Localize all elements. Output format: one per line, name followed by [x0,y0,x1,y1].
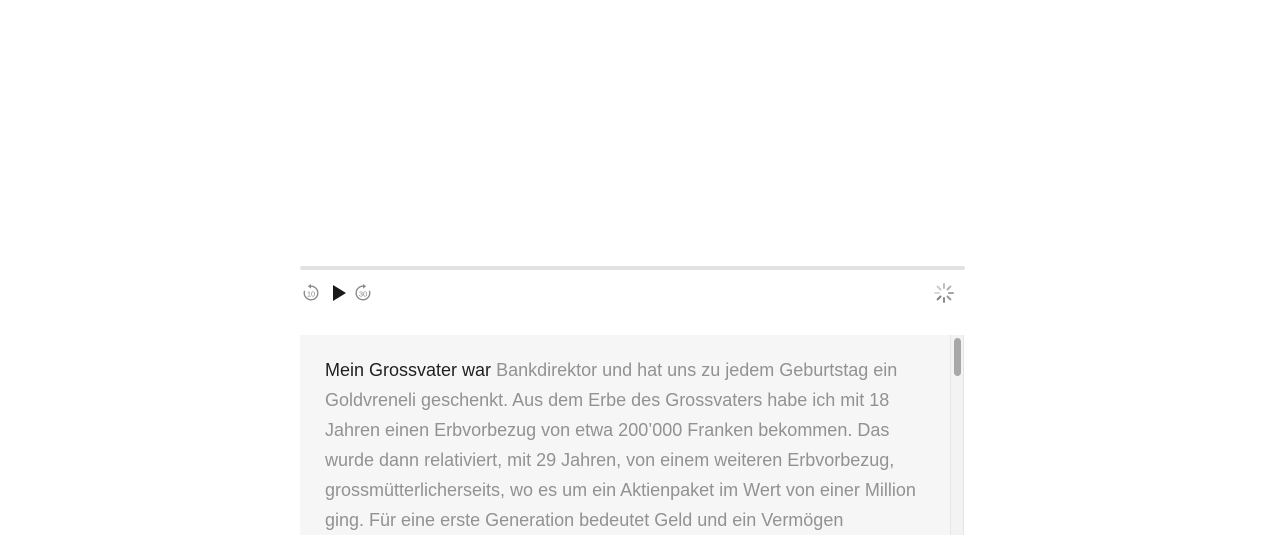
loading-indicator [933,281,955,305]
audio-player: 10 30 Mein Grossvater war Bankdirektor u… [300,0,965,535]
rewind-button[interactable]: 10 [300,281,322,305]
transcript-spoken-text: Mein Grossvater war [325,360,492,380]
rewind-10-icon: 10 [303,284,319,301]
svg-text:10: 10 [307,289,315,298]
play-icon [333,285,346,301]
transcript-panel: Mein Grossvater war Bankdirektor und hat… [300,335,950,535]
forward-30-icon: 30 [355,284,371,301]
play-button[interactable] [328,281,350,305]
progress-bar[interactable] [300,266,965,270]
loading-spinner-icon [934,283,954,303]
svg-text:30: 30 [359,289,367,298]
transcript-scrollbar[interactable] [950,335,964,535]
transcript-remaining-text: Bankdirektor und hat uns zu jedem Geburt… [325,360,916,530]
transcript-text: Mein Grossvater war Bankdirektor und hat… [300,335,950,535]
player-controls: 10 30 [300,281,965,305]
scrollbar-thumb[interactable] [954,338,961,376]
forward-button[interactable]: 30 [352,281,374,305]
